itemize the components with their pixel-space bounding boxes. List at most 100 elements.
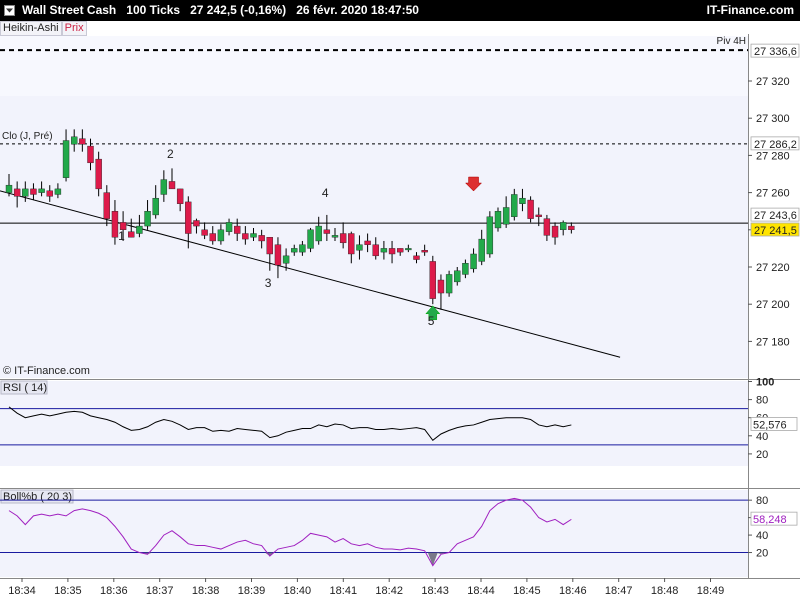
candle-body-down (111, 210, 119, 238)
candle-body-down (437, 279, 445, 294)
candle-body-up (445, 274, 453, 294)
pivot-4h-label: Piv 4H (717, 36, 746, 47)
time-tick-label: 18:48 (651, 585, 679, 597)
candle-body-down (535, 214, 542, 217)
time-tick-label: 18:36 (100, 585, 128, 597)
candle-body-up (225, 222, 233, 232)
candle-body-up (307, 229, 314, 249)
candle-body-down (193, 220, 200, 227)
price-tick-label: 27 260 (756, 188, 790, 200)
candle-body-up (62, 140, 70, 178)
pivot-4h-price-label: 27 336,6 (750, 43, 800, 58)
boll-title: Boll%b ( 20 3) (3, 491, 72, 503)
candle-body-up (160, 179, 168, 195)
candle-body-down (274, 244, 282, 266)
candle-body-up (470, 253, 477, 270)
price-label-text: 27 241,5 (754, 225, 797, 237)
price-tick-label: 27 220 (756, 262, 790, 274)
candle-body-up (380, 248, 388, 253)
candle-body-down (429, 261, 436, 299)
candle-body-up (454, 270, 461, 283)
time-tick-label: 18:35 (54, 585, 82, 597)
candle-body-up (560, 222, 567, 231)
candle-body-down (176, 188, 184, 204)
candle-body-down (397, 248, 404, 253)
price-label-text: 27 243,6 (754, 210, 797, 222)
time-tick-label: 18:44 (467, 585, 495, 597)
watermark-text: © IT-Finance.com (3, 365, 90, 377)
candle-body-up (70, 136, 78, 145)
candle-body-up (356, 244, 363, 251)
candle (527, 196, 534, 223)
wave-label: 2 (167, 147, 174, 161)
candle-body-down (13, 188, 21, 197)
candle-body-down (527, 199, 534, 219)
candle-body-down (46, 190, 53, 197)
boll-panel-background (0, 490, 748, 577)
wave-label: 1 (118, 229, 125, 243)
boll-tick-label: 20 (756, 548, 768, 560)
candle-body-down (339, 233, 347, 244)
price-tick-label: 27 180 (756, 336, 790, 348)
candle-body-up (136, 225, 143, 234)
candle (494, 207, 502, 232)
candle-body-down (233, 225, 241, 234)
time-tick-label: 18:42 (375, 585, 403, 597)
boll-current-value: 58,248 (753, 514, 787, 526)
boll-tick-label: 40 (756, 530, 768, 542)
rsi-tick-label: 20 (756, 449, 768, 461)
candle-body-down (421, 250, 428, 253)
candle-body-up (250, 233, 257, 238)
candle-body-up (405, 248, 412, 251)
price-tick-label: 27 320 (756, 76, 790, 88)
wave-label: 3 (265, 276, 272, 290)
candle-body-up (315, 225, 322, 242)
time-tick-label: 18:37 (146, 585, 174, 597)
candle (307, 227, 314, 253)
candle-body-up (54, 188, 62, 195)
level-price-label: 27 243,6 (750, 207, 800, 222)
candle-body-down (258, 235, 265, 242)
candle-body-up (38, 188, 45, 193)
candle-body-down (87, 145, 94, 164)
candle-body-up (462, 263, 469, 275)
chart-canvas: 27 32027 30027 28027 26027 24027 22027 2… (0, 34, 800, 597)
time-tick-label: 18:34 (8, 585, 36, 597)
candle-body-down (364, 240, 371, 245)
candle-body-down (388, 248, 396, 255)
time-tick-label: 18:40 (284, 585, 312, 597)
candle-body-up (502, 207, 510, 225)
rsi-current-value: 52,576 (753, 419, 787, 431)
candle (486, 211, 494, 258)
candle-body-up (299, 244, 306, 253)
close-prev-label: Clo (J, Pré) (2, 131, 53, 142)
candle-body-down (323, 229, 331, 234)
candle-body-up (5, 184, 13, 193)
time-tick-label: 18:45 (513, 585, 541, 597)
time-tick-label: 18:49 (697, 585, 725, 597)
candle-body-down (568, 225, 575, 231)
time-tick-label: 18:41 (330, 585, 358, 597)
candle-body-down (372, 244, 379, 257)
close-prev-price-label: 27 286,2 (750, 136, 800, 151)
candle-body-up (519, 197, 526, 204)
candle-body-down (413, 255, 420, 260)
price-panel-upper-band (0, 36, 748, 96)
candle-body-down (348, 233, 355, 255)
wave-label: 5 (428, 314, 435, 328)
time-tick-label: 18:43 (421, 585, 449, 597)
candle-body-up (478, 238, 485, 262)
time-tick-label: 18:38 (192, 585, 220, 597)
candle-body-down (551, 225, 559, 238)
candle-body-up (22, 188, 29, 197)
candle-body-up (144, 210, 151, 227)
time-tick-label: 18:47 (605, 585, 633, 597)
rsi-title: RSI ( 14) (3, 382, 47, 394)
time-tick-label: 18:39 (238, 585, 266, 597)
candle-body-down (103, 192, 111, 219)
price-label-text: 27 336,6 (754, 46, 797, 58)
wave-label: 4 (322, 186, 329, 200)
candle-body-down (168, 181, 176, 190)
price-tick-label: 27 300 (756, 113, 790, 125)
candle-body-down (543, 218, 551, 236)
